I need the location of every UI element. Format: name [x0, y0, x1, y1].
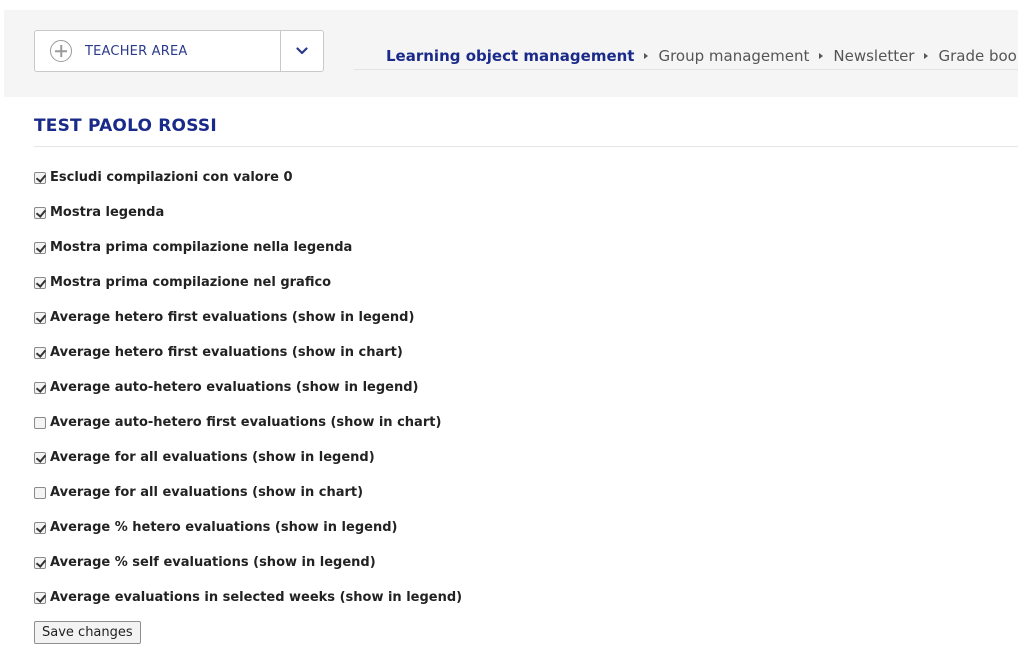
option-label: Average for all evaluations (show in cha… — [50, 485, 364, 500]
option-checkbox[interactable] — [34, 592, 46, 604]
nav-grade-book[interactable]: Grade book — [938, 47, 1018, 65]
option-label: Average evaluations in selected weeks (s… — [50, 590, 463, 605]
option-label: Average for all evaluations (show in leg… — [50, 450, 375, 465]
nav-separator-icon — [644, 52, 649, 59]
option-row: Mostra prima compilazione nel grafico — [34, 275, 462, 310]
nav-newsletter[interactable]: Newsletter — [833, 47, 914, 65]
teacher-area-label: TEACHER AREA — [85, 43, 188, 59]
option-checkbox[interactable] — [34, 242, 46, 254]
title-divider — [34, 146, 1018, 147]
option-row: Average hetero first evaluations (show i… — [34, 345, 462, 380]
option-label: Mostra legenda — [50, 205, 165, 220]
teacher-area-selector[interactable]: TEACHER AREA — [34, 30, 324, 72]
breadcrumb-nav: Learning object management Group managem… — [354, 42, 1018, 70]
option-checkbox[interactable] — [34, 522, 46, 534]
chevron-down-icon — [296, 47, 308, 55]
nav-separator-icon — [924, 52, 929, 59]
top-bar: TEACHER AREA Learning object management … — [4, 10, 1018, 97]
page-title: TEST PAOLO ROSSI — [34, 116, 217, 136]
option-label: Mostra prima compilazione nel grafico — [50, 275, 332, 290]
option-row: Mostra legenda — [34, 205, 462, 240]
option-row: Average for all evaluations (show in cha… — [34, 485, 462, 520]
option-checkbox[interactable] — [34, 557, 46, 569]
option-label: Escludi compilazioni con valore 0 — [50, 170, 293, 185]
option-label: Average hetero first evaluations (show i… — [50, 310, 415, 325]
option-row: Average % self evaluations (show in lege… — [34, 555, 462, 590]
option-row: Average evaluations in selected weeks (s… — [34, 590, 462, 625]
nav-learning-object-management[interactable]: Learning object management — [386, 47, 634, 65]
option-checkbox[interactable] — [34, 207, 46, 219]
plus-circle-icon — [50, 40, 72, 62]
nav-group-management[interactable]: Group management — [658, 47, 809, 65]
options-list: Escludi compilazioni con valore 0 Mostra… — [34, 170, 462, 625]
option-checkbox[interactable] — [34, 277, 46, 289]
option-label: Average hetero first evaluations (show i… — [50, 345, 403, 360]
option-row: Escludi compilazioni con valore 0 — [34, 170, 462, 205]
save-changes-button[interactable]: Save changes — [34, 621, 141, 644]
option-row: Average for all evaluations (show in leg… — [34, 450, 462, 485]
option-label: Average auto-hetero evaluations (show in… — [50, 380, 419, 395]
option-checkbox[interactable] — [34, 172, 46, 184]
option-checkbox[interactable] — [34, 382, 46, 394]
option-checkbox[interactable] — [34, 417, 46, 429]
option-label: Average auto-hetero first evaluations (s… — [50, 415, 442, 430]
option-checkbox[interactable] — [34, 312, 46, 324]
option-row: Mostra prima compilazione nella legenda — [34, 240, 462, 275]
option-row: Average auto-hetero first evaluations (s… — [34, 415, 462, 450]
option-row: Average auto-hetero evaluations (show in… — [34, 380, 462, 415]
option-checkbox[interactable] — [34, 347, 46, 359]
option-label: Average % hetero evaluations (show in le… — [50, 520, 398, 535]
option-label: Average % self evaluations (show in lege… — [50, 555, 376, 570]
option-checkbox[interactable] — [34, 452, 46, 464]
option-label: Mostra prima compilazione nella legenda — [50, 240, 353, 255]
option-row: Average % hetero evaluations (show in le… — [34, 520, 462, 555]
option-checkbox[interactable] — [34, 487, 46, 499]
nav-separator-icon — [819, 52, 824, 59]
option-row: Average hetero first evaluations (show i… — [34, 310, 462, 345]
dropdown-toggle-button[interactable] — [280, 31, 323, 71]
